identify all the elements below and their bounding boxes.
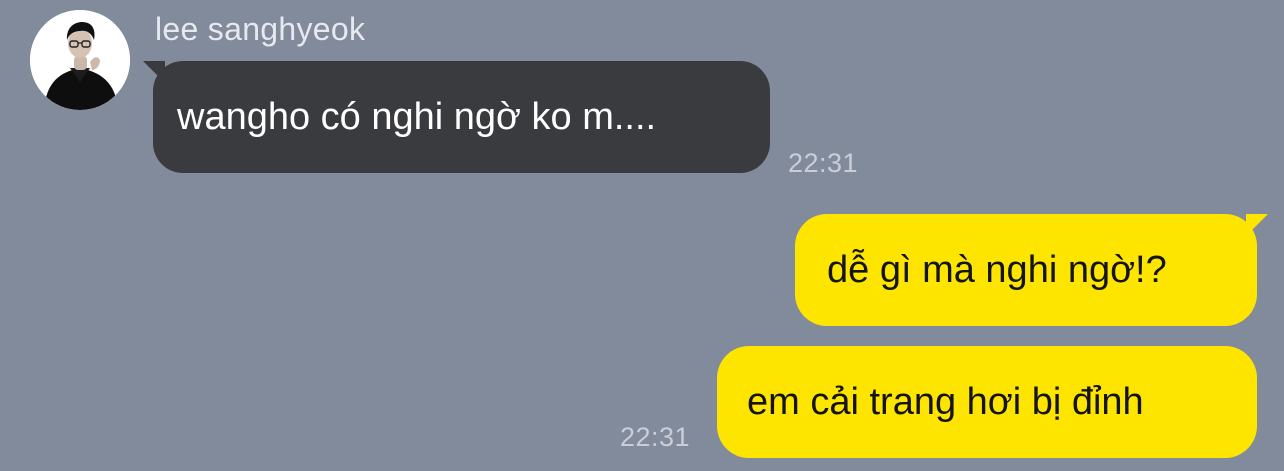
- chat-view: lee sanghyeok wangho có nghi ngờ ko m...…: [0, 0, 1284, 471]
- avatar-photo-icon: [30, 10, 130, 110]
- message-text: dễ gì mà nghi ngờ!?: [827, 249, 1167, 291]
- message-timestamp: 22:31: [620, 422, 691, 452]
- message-text: wangho có nghi ngờ ko m....: [177, 96, 657, 138]
- message-text: em cải trang hơi bị đỉnh: [747, 381, 1144, 423]
- message-timestamp: 22:31: [788, 148, 859, 178]
- incoming-message-bubble[interactable]: wangho có nghi ngờ ko m....: [153, 61, 770, 173]
- sender-name: lee sanghyeok: [155, 11, 366, 47]
- outgoing-message-bubble[interactable]: dễ gì mà nghi ngờ!?: [795, 214, 1257, 326]
- outgoing-message-bubble[interactable]: em cải trang hơi bị đỉnh: [717, 346, 1257, 458]
- sender-avatar[interactable]: [30, 10, 130, 110]
